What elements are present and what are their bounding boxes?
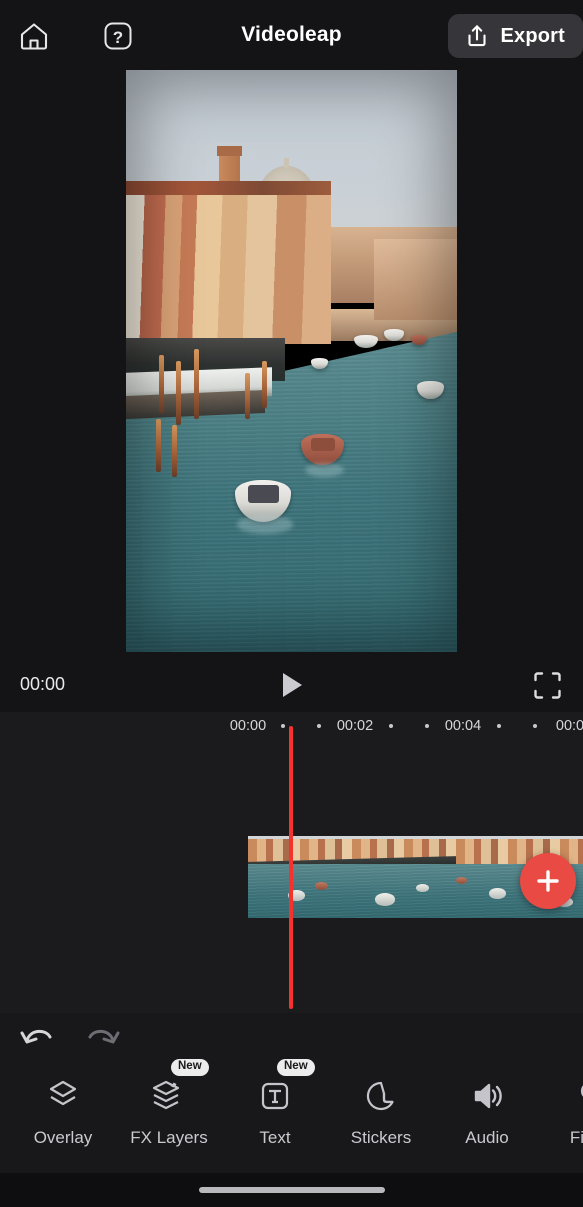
timeline-playhead[interactable] (289, 726, 293, 1009)
current-time-label: 00:00 (20, 674, 66, 694)
bottom-toolbar[interactable]: Overlay New FX Layers New Text Stickers Au… (0, 1059, 583, 1173)
ruler-tick-label: 00:04 (444, 718, 482, 734)
toolbar-item-label: Audio (465, 1128, 509, 1147)
ruler-tick-dot (317, 724, 321, 728)
video-preview[interactable] (126, 70, 457, 652)
add-media-button[interactable] (520, 853, 576, 909)
fx-layers-icon (149, 1076, 189, 1116)
ruler-tick-dot (497, 724, 501, 728)
transport-bar: 00:00 (0, 658, 583, 712)
home-indicator (198, 1187, 385, 1193)
toolbar-item-label: Text (259, 1128, 291, 1147)
ruler-tick-label: 00:00 (229, 718, 267, 734)
sticker-icon (361, 1076, 401, 1116)
toolbar-item-audio[interactable]: Audio (434, 1061, 540, 1148)
ruler-tick-dot (281, 724, 285, 728)
ruler-tick-label: 00:0 (555, 718, 583, 734)
toolbar-item-label: Overlay (33, 1128, 93, 1147)
new-badge: New (277, 1059, 315, 1076)
toolbar-item-text[interactable]: New Text (222, 1059, 328, 1148)
ruler-tick-dot (425, 724, 429, 728)
toolbar-item-label: Stickers (350, 1128, 412, 1147)
filters-icon (573, 1076, 583, 1116)
fullscreen-icon[interactable] (533, 671, 562, 700)
toolbar-item-stickers[interactable]: Stickers (328, 1061, 434, 1148)
undo-icon[interactable] (19, 1021, 57, 1053)
redo-icon[interactable] (83, 1021, 121, 1053)
play-icon[interactable] (277, 670, 307, 700)
top-bar: ? Videoleap Export (0, 0, 583, 70)
speaker-icon (467, 1076, 507, 1116)
export-button-label: Export (500, 24, 565, 47)
video-frame-content (126, 70, 457, 652)
toolbar-item-overlay[interactable]: Overlay (10, 1061, 116, 1148)
toolbar-item-label: Filters (569, 1128, 583, 1147)
toolbar-item-filters[interactable]: Filters (540, 1061, 583, 1148)
history-bar (0, 1013, 583, 1061)
toolbar-item-fx-layers[interactable]: New FX Layers (116, 1059, 222, 1148)
ruler-tick-dot (533, 724, 537, 728)
export-button[interactable]: Export (448, 14, 583, 58)
videoleap-editor-screen: ? Videoleap Export 00:00 00:00 00:02 00:… (0, 0, 583, 1207)
new-badge: New (171, 1059, 209, 1076)
toolbar-item-label: FX Layers (130, 1128, 208, 1147)
video-preview-area (0, 70, 583, 658)
plus-icon (533, 866, 563, 896)
share-upload-icon (464, 23, 490, 49)
text-icon (255, 1076, 295, 1116)
ruler-tick-dot (389, 724, 393, 728)
ruler-tick-label: 00:02 (336, 718, 374, 734)
layers-icon (43, 1076, 83, 1116)
